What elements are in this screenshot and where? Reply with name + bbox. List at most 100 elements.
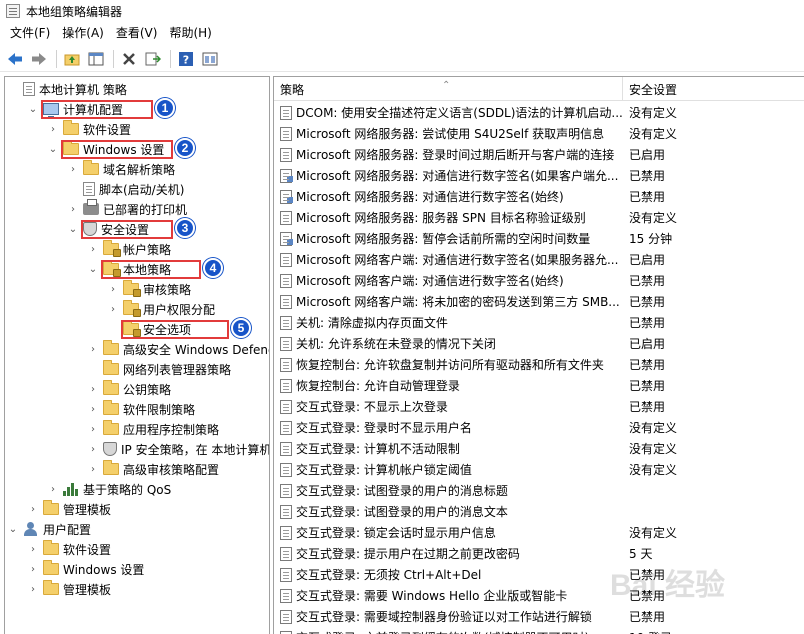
expand-chevron-icon[interactable]: › (47, 123, 59, 135)
tree-node[interactable]: › 软件设置 (47, 119, 131, 139)
expand-chevron-icon[interactable]: › (47, 483, 59, 495)
tree-node[interactable]: › 高级安全 Windows Defender (87, 339, 269, 359)
folder-icon (43, 560, 59, 575)
help-icon: ? (179, 51, 193, 66)
expand-chevron-icon[interactable]: › (87, 383, 99, 395)
policy-row[interactable]: 交互式登录: 试图登录的用户的消息文本 (274, 501, 804, 522)
tree-node[interactable]: › IP 安全策略，在 本地计算机 (87, 439, 269, 459)
up-folder-button[interactable] (61, 48, 83, 70)
policy-row[interactable]: Microsoft 网络服务器: 对通信进行数字签名(如果客户端允... 已禁用 (274, 165, 804, 186)
policy-row[interactable]: 恢复控制台: 允许自动管理登录 已禁用 (274, 375, 804, 396)
tree-node[interactable]: › 管理模板 (27, 499, 111, 519)
menu-action[interactable]: 操作(A) (56, 22, 110, 44)
tree-node[interactable]: › 应用程序控制策略 (87, 419, 219, 439)
menu-help[interactable]: 帮助(H) (163, 22, 217, 44)
policy-row[interactable]: 交互式登录: 不显示上次登录 已禁用 (274, 396, 804, 417)
policy-icon (280, 483, 292, 498)
expand-chevron-icon[interactable]: › (27, 563, 39, 575)
delete-button[interactable] (118, 48, 140, 70)
expand-chevron-icon[interactable]: › (87, 243, 99, 255)
expand-chevron-icon[interactable]: › (87, 463, 99, 475)
policy-row[interactable]: 交互式登录: 锁定会话时显示用户信息 没有定义 (274, 522, 804, 543)
menu-view[interactable]: 查看(V) (110, 22, 164, 44)
policy-row[interactable]: 交互式登录: 试图登录的用户的消息标题 (274, 480, 804, 501)
security-setting-value: 已启用 (629, 337, 666, 351)
tree-node[interactable]: › 基于策略的 QoS (47, 479, 171, 499)
policy-cell: 交互式登录: 锁定会话时显示用户信息 (274, 524, 623, 541)
show-hide-tree-button[interactable] (85, 48, 107, 70)
policy-row[interactable]: Microsoft 网络服务器: 对通信进行数字签名(始终) 已禁用 (274, 186, 804, 207)
tree-node[interactable]: › 高级审核策略配置 (87, 459, 219, 479)
policy-cell: 交互式登录: 之前登录到缓存的次数(域控制器不可用时) (274, 629, 623, 634)
tree-node[interactable]: ⌄ 本地策略 (87, 259, 171, 279)
expand-chevron-icon[interactable]: › (67, 163, 79, 175)
expand-chevron-icon[interactable]: › (27, 503, 39, 515)
policy-row[interactable]: Microsoft 网络客户端: 对通信进行数字签名(如果服务器允... 已启用 (274, 249, 804, 270)
policy-row[interactable]: 交互式登录: 需要域控制器身份验证以对工作站进行解锁 已禁用 (274, 606, 804, 627)
tree-node[interactable]: 本地计算机 策略 (7, 79, 127, 99)
tree-node[interactable]: ⌄ 计算机配置 (27, 99, 123, 119)
tree-node[interactable]: › 管理模板 (27, 579, 111, 599)
tree-node[interactable]: › 公钥策略 (87, 379, 171, 399)
forward-button[interactable] (28, 48, 50, 70)
tree-node[interactable]: › 帐户策略 (87, 239, 171, 259)
tree-node[interactable]: 安全选项 (107, 319, 191, 339)
expand-chevron-icon[interactable]: › (27, 583, 39, 595)
policy-row[interactable]: Microsoft 网络服务器: 尝试使用 S4U2Self 获取声明信息 没有定… (274, 123, 804, 144)
policy-row[interactable]: 交互式登录: 计算机不活动限制 没有定义 (274, 438, 804, 459)
tree-node[interactable]: ⌄ 安全设置 (67, 219, 149, 239)
policy-row[interactable]: 交互式登录: 之前登录到缓存的次数(域控制器不可用时) 10 登录 (274, 627, 804, 634)
menu-file[interactable]: 文件(F) (4, 22, 56, 44)
policy-row[interactable]: 关机: 允许系统在未登录的情况下关闭 已启用 (274, 333, 804, 354)
tree-node[interactable]: › 用户权限分配 (107, 299, 215, 319)
help-button[interactable]: ? (175, 48, 197, 70)
folder-icon (103, 460, 119, 475)
tree-node[interactable]: › 软件设置 (27, 539, 111, 559)
back-button[interactable] (4, 48, 26, 70)
policy-row[interactable]: Microsoft 网络服务器: 暂停会话前所需的空闲时间数量 15 分钟 (274, 228, 804, 249)
policy-row[interactable]: Microsoft 网络服务器: 服务器 SPN 目标名称验证级别 没有定义 (274, 207, 804, 228)
collapse-chevron-icon[interactable]: ⌄ (47, 143, 59, 155)
policy-icon (280, 315, 292, 330)
collapse-chevron-icon[interactable]: ⌄ (27, 103, 39, 115)
policy-row[interactable]: DCOM: 使用安全描述符定义语言(SDDL)语法的计算机启动... 没有定义 (274, 102, 804, 123)
properties-button[interactable] (199, 48, 221, 70)
window-title: 本地组策略编辑器 (26, 4, 123, 19)
policy-icon (280, 504, 292, 519)
collapse-chevron-icon[interactable]: ⌄ (7, 523, 19, 535)
step-badge-3: 3 (175, 218, 195, 238)
expand-chevron-icon[interactable]: › (107, 303, 119, 315)
expand-chevron-icon[interactable]: › (67, 203, 79, 215)
column-header-setting[interactable]: 安全设置 (623, 77, 804, 101)
tree-node[interactable]: › 域名解析策略 (67, 159, 175, 179)
expand-chevron-icon[interactable]: › (87, 443, 99, 455)
policy-row[interactable]: Microsoft 网络服务器: 登录时间过期后断开与客户端的连接 已启用 (274, 144, 804, 165)
tree-node-label: 公钥策略 (123, 382, 172, 397)
collapse-chevron-icon[interactable]: ⌄ (67, 223, 79, 235)
expand-chevron-icon[interactable]: › (27, 543, 39, 555)
policy-row[interactable]: Microsoft 网络客户端: 对通信进行数字签名(始终) 已禁用 (274, 270, 804, 291)
collapse-chevron-icon[interactable]: ⌄ (87, 263, 99, 275)
export-button[interactable] (142, 48, 164, 70)
expand-chevron-icon[interactable]: › (87, 343, 99, 355)
expand-chevron-icon[interactable]: › (87, 403, 99, 415)
tree-node[interactable]: ⌄ 用户配置 (7, 519, 91, 539)
tree-node[interactable]: 网络列表管理器策略 (87, 359, 231, 379)
expand-chevron-icon[interactable]: › (87, 423, 99, 435)
policy-row[interactable]: 交互式登录: 计算机帐户锁定阈值 没有定义 (274, 459, 804, 480)
column-header-policy[interactable]: ⌃ 策略 (274, 77, 623, 101)
policy-row[interactable]: 恢复控制台: 允许软盘复制并访问所有驱动器和所有文件夹 已禁用 (274, 354, 804, 375)
expand-chevron-icon[interactable]: › (107, 283, 119, 295)
policy-icon (280, 441, 292, 456)
tree-node[interactable]: › Windows 设置 (27, 559, 144, 579)
policy-cell: Microsoft 网络服务器: 服务器 SPN 目标名称验证级别 (274, 209, 623, 226)
tree-node[interactable]: › 软件限制策略 (87, 399, 195, 419)
tree-node[interactable]: › 审核策略 (107, 279, 191, 299)
tree-node[interactable]: ⌄ Windows 设置 (47, 139, 164, 159)
policy-row[interactable]: Microsoft 网络客户端: 将未加密的密码发送到第三方 SMB... 已禁用 (274, 291, 804, 312)
policy-row[interactable]: 关机: 清除虚拟内存页面文件 已禁用 (274, 312, 804, 333)
tree-node[interactable]: › 已部署的打印机 (67, 199, 187, 219)
policy-row[interactable]: 交互式登录: 登录时不显示用户名 没有定义 (274, 417, 804, 438)
tree-node[interactable]: 脚本(启动/关机) (67, 179, 184, 199)
